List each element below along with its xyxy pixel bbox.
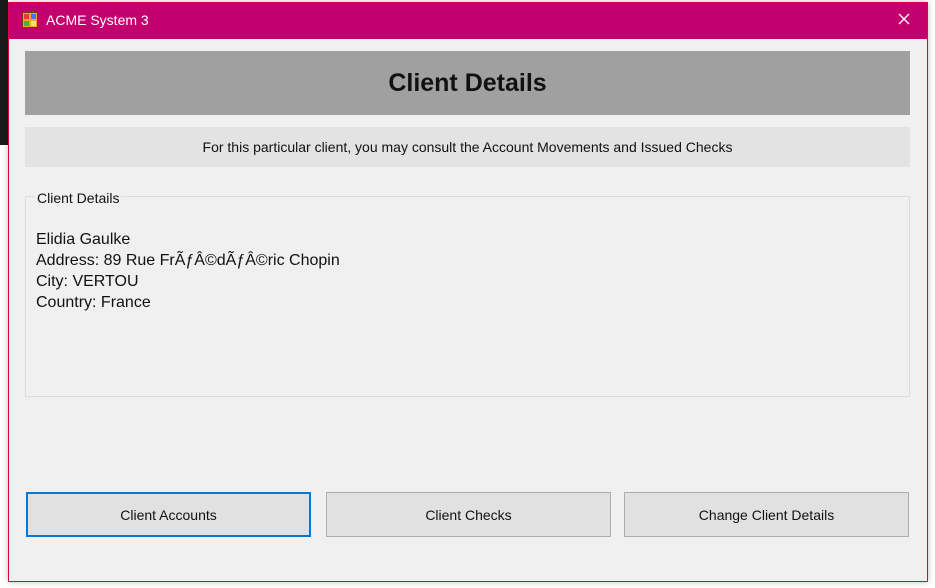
header-panel: Client Details [25, 51, 910, 115]
client-name: Elidia Gaulke [36, 231, 131, 248]
app-window-icon [22, 12, 38, 28]
client-city: City: VERTOU [36, 273, 139, 290]
client-checks-button[interactable]: Client Checks [326, 492, 611, 537]
info-banner: For this particular client, you may cons… [25, 127, 910, 167]
close-icon [898, 12, 910, 30]
desktop-background [0, 0, 8, 145]
client-country: Country: France [36, 294, 151, 311]
page-title: Client Details [388, 68, 547, 97]
change-client-details-button[interactable]: Change Client Details [624, 492, 909, 537]
app-window: ACME System 3 Client Details For this pa… [8, 2, 928, 582]
window-title: ACME System 3 [46, 12, 149, 28]
close-button[interactable] [881, 3, 927, 39]
client-info: Elidia Gaulke Address: 89 Rue FrÃƒÂ©dÃƒÂ… [36, 229, 340, 313]
groupbox-legend: Client Details [35, 190, 122, 206]
client-address: Address: 89 Rue FrÃƒÂ©dÃƒÂ©ric Chopin [36, 252, 340, 269]
info-text: For this particular client, you may cons… [202, 139, 733, 155]
title-bar[interactable]: ACME System 3 [9, 3, 927, 39]
client-accounts-button[interactable]: Client Accounts [26, 492, 311, 537]
